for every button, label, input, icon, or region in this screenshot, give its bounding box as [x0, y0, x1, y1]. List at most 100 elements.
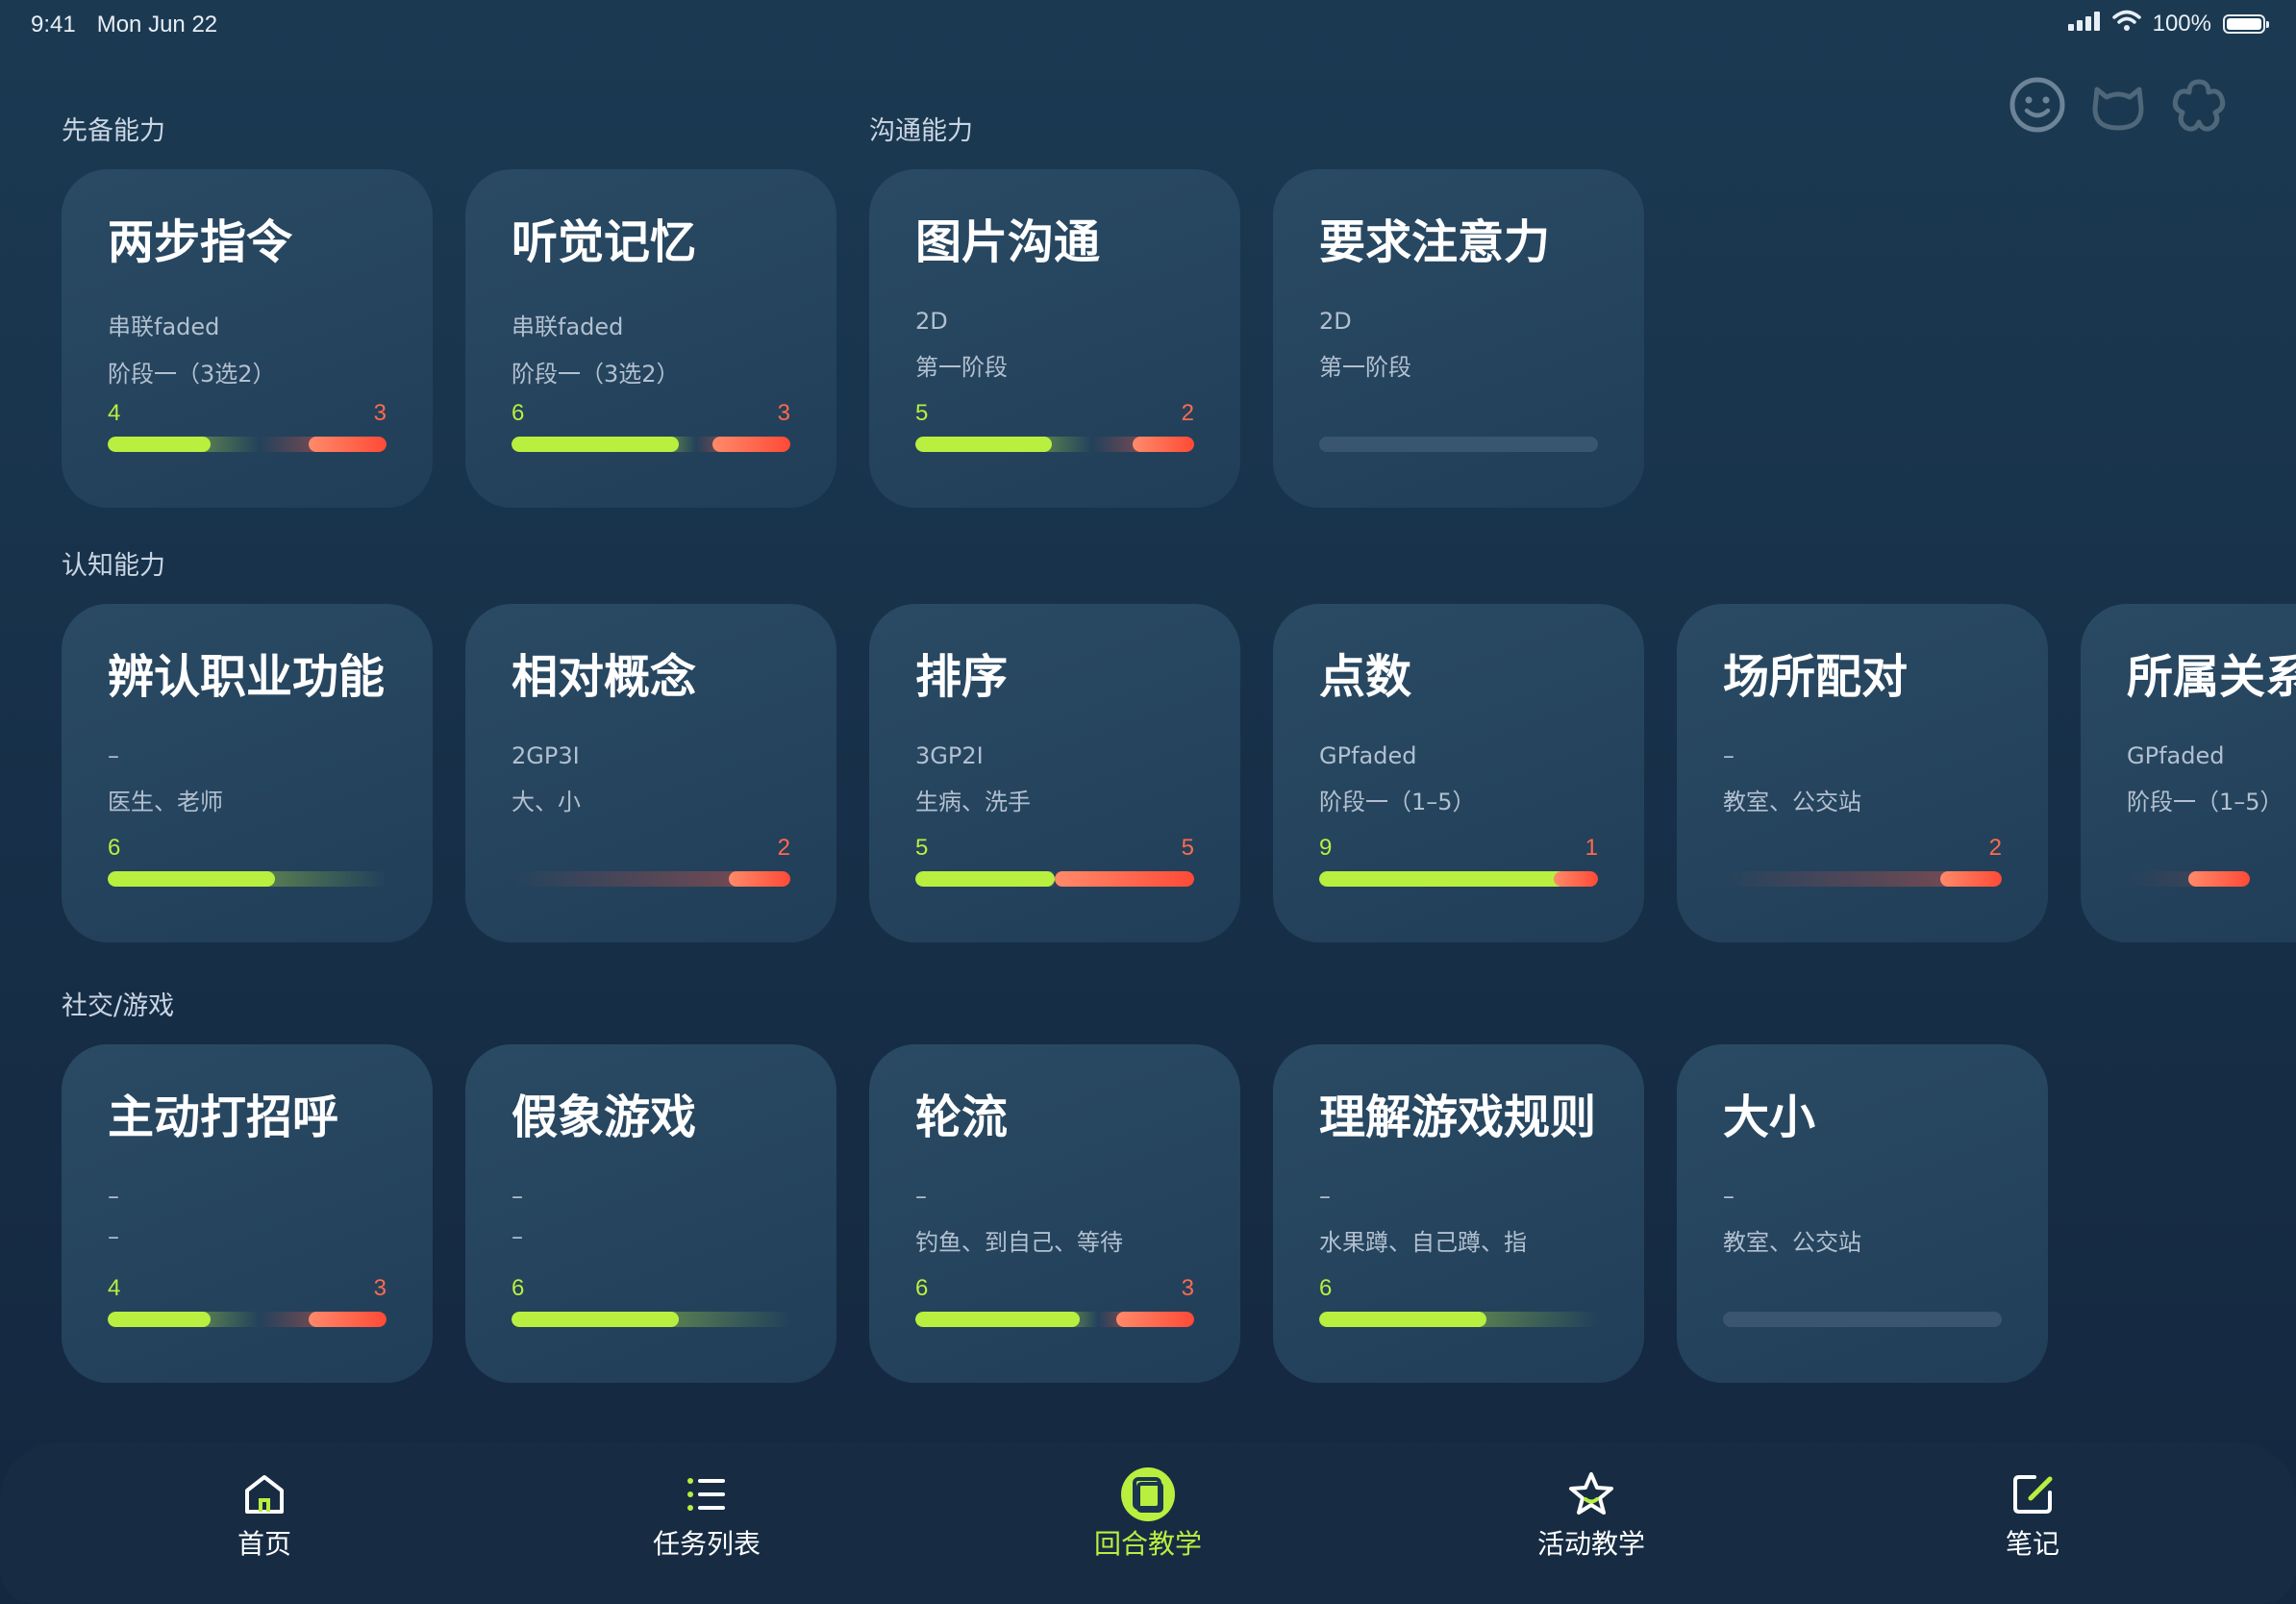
card-title: 轮流: [915, 1090, 1009, 1144]
card-subtitle: 串联faded: [108, 313, 220, 340]
card-subtitle: –: [1723, 1183, 1734, 1210]
card-subtitle: GPfaded: [1319, 742, 1417, 769]
progress-track: [1319, 871, 1598, 887]
card-counts: 43: [108, 1275, 387, 1302]
task-card[interactable]: 听觉记忆 串联faded 阶段一（3选2） 6 3: [465, 169, 836, 508]
progress-correct: [1319, 871, 1570, 887]
task-card[interactable]: 假象游戏 – – 6: [465, 1044, 836, 1383]
card-detail: 教室、公交站: [1723, 789, 1861, 815]
card-title: 场所配对: [1723, 650, 1909, 704]
card-detail: 第一阶段: [1319, 354, 1411, 381]
progress-track: [915, 437, 1194, 452]
note-icon: [1936, 1467, 2129, 1521]
progress-track: [108, 437, 387, 452]
progress-fade: [203, 437, 260, 452]
card-counts: 52: [915, 400, 1194, 427]
correct-count: 5: [915, 400, 929, 426]
card-subtitle: –: [915, 1183, 927, 1210]
card-title: 主动打招呼: [108, 1090, 339, 1144]
card-counts: 43: [108, 400, 387, 427]
task-card[interactable]: 所属关系 GPfaded 阶段一（1–5）: [2081, 604, 2296, 942]
correct-count: 4: [108, 1275, 121, 1301]
correct-count: 4: [108, 400, 121, 426]
task-card[interactable]: 大小 – 教室、公交站: [1677, 1044, 2048, 1383]
progress-fade: [203, 1312, 260, 1327]
progress-error: [1133, 437, 1194, 452]
card-counts: 6: [512, 1275, 790, 1302]
progress-fade: [671, 437, 696, 452]
progress-correct: [915, 1312, 1080, 1327]
error-count: 2: [1988, 835, 2002, 861]
error-count: 3: [373, 400, 387, 426]
task-card[interactable]: 轮流 – 钓鱼、到自己、等待 6 3: [869, 1044, 1240, 1383]
tab-label: 回合教学: [1093, 1528, 1202, 1560]
card-title: 所属关系: [2127, 650, 2296, 704]
card-title: 排序: [915, 650, 1009, 704]
card-detail: 水果蹲、自己蹲、指: [1319, 1229, 1527, 1256]
card-detail: 第一阶段: [915, 354, 1008, 381]
task-card[interactable]: 两步指令 串联faded 阶段一（3选2） 4 3: [62, 169, 433, 508]
tab-label: 活动教学: [1536, 1528, 1645, 1560]
smiley-icon[interactable]: [2008, 75, 2067, 135]
progress-error: [2188, 871, 2250, 887]
status-left: 9:41 Mon Jun 22: [31, 12, 238, 38]
task-card[interactable]: 点数 GPfaded 阶段一（1–5） 9 1: [1273, 604, 1644, 942]
section-label-prerequisite: 先备能力: [62, 116, 165, 146]
card-title: 图片沟通: [915, 215, 1101, 269]
card-detail: 阶段一（1–5）: [1319, 789, 1476, 815]
status-date: Mon Jun 22: [96, 12, 218, 38]
card-counts: 63: [512, 400, 790, 427]
progress-correct: [1319, 1312, 1486, 1327]
card-title: 理解游戏规则: [1319, 1090, 1597, 1144]
cat-icon[interactable]: [2088, 75, 2148, 135]
card-detail: 生病、洗手: [915, 789, 1031, 815]
progress-track: [1723, 1312, 2002, 1327]
tab-activity-teaching[interactable]: 活动教学: [1495, 1467, 1687, 1562]
card-detail: 大、小: [512, 789, 581, 815]
task-card[interactable]: 相对概念 2GP3I 大、小 2: [465, 604, 836, 942]
progress-track: [915, 871, 1194, 887]
card-subtitle: GPfaded: [2127, 742, 2225, 769]
card-counts: 2: [1723, 835, 2002, 862]
tab-label: 首页: [237, 1528, 291, 1560]
card-subtitle: 3GP2I: [915, 742, 984, 769]
card-counts: [1319, 400, 1598, 427]
correct-count: 9: [1319, 835, 1333, 861]
error-count: 2: [1181, 400, 1194, 426]
progress-correct: [108, 1312, 211, 1327]
task-card[interactable]: 要求注意力 2D 第一阶段: [1273, 169, 1644, 508]
progress-fade: [1047, 871, 1055, 887]
task-card[interactable]: 场所配对 – 教室、公交站 2: [1677, 604, 2048, 942]
battery-icon: [2223, 13, 2269, 34]
progress-track: [915, 1312, 1194, 1327]
card-detail: 医生、老师: [108, 789, 223, 815]
card-counts: 2: [512, 835, 790, 862]
task-card[interactable]: 辨认职业功能 – 医生、老师 6: [62, 604, 433, 942]
battery-text: 100%: [2152, 10, 2211, 37]
home-icon: [168, 1467, 361, 1521]
progress-fade: [1479, 1312, 1598, 1327]
tab-notes[interactable]: 笔记: [1936, 1467, 2129, 1562]
wifi-icon: [2111, 10, 2141, 38]
tab-round-teaching[interactable]: 回合教学: [1052, 1467, 1244, 1562]
card-title: 大小: [1723, 1090, 1816, 1144]
card-title: 辨认职业功能: [108, 650, 386, 704]
progress-correct: [512, 1312, 679, 1327]
card-counts: 6: [108, 835, 387, 862]
card-subtitle: –: [108, 742, 119, 769]
status-right: 100%: [2057, 10, 2269, 38]
task-card[interactable]: 理解游戏规则 – 水果蹲、自己蹲、指 6: [1273, 1044, 1644, 1383]
progress-track: [1723, 871, 2002, 887]
tab-home[interactable]: 首页: [168, 1467, 361, 1562]
card-counts: [2127, 835, 2250, 862]
card-title: 假象游戏: [512, 1090, 697, 1144]
tab-task-list[interactable]: 任务列表: [611, 1467, 803, 1562]
progress-fade: [1723, 871, 1948, 887]
card-detail: –: [512, 1223, 523, 1250]
task-card[interactable]: 排序 3GP2I 生病、洗手 5 5: [869, 604, 1240, 942]
flower-icon[interactable]: [2169, 75, 2229, 135]
task-card[interactable]: 主动打招呼 – –4 3: [62, 1044, 433, 1383]
list-icon: [611, 1467, 803, 1521]
task-card[interactable]: 图片沟通 2D 第一阶段 5 2: [869, 169, 1240, 508]
progress-track: [1319, 1312, 1598, 1327]
